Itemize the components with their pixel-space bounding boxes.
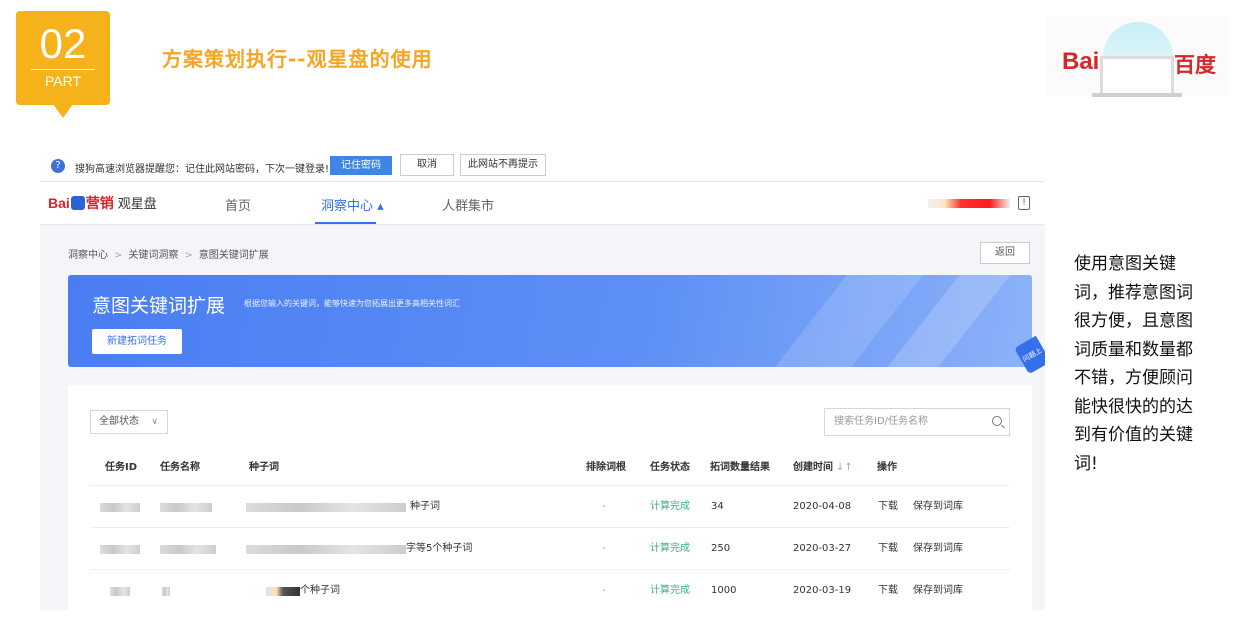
feature-banner: 意图关键词扩展 根据您输入的关键词，能够快速为您拓展出更多高相关性词汇 新建拓词… <box>68 275 1032 367</box>
new-task-button[interactable]: 新建拓词任务 <box>92 329 182 354</box>
redacted-task-id <box>100 503 140 512</box>
notice-icon[interactable]: ! <box>1018 196 1030 210</box>
browser-password-prompt: ? 搜狗高速浏览器提醒您：记住此网站密码，下次一键登录! 记住密码 取消 此网站… <box>40 150 1045 182</box>
result-count: 1000 <box>711 585 737 596</box>
part-arrow-icon <box>53 104 73 118</box>
redacted-task-name <box>160 545 216 554</box>
seed-word-suffix: 字等5个种子词 <box>406 543 473 554</box>
created-date: 2020-04-08 <box>793 501 852 512</box>
chevron-right-icon: > <box>184 250 193 261</box>
laptop-icon <box>1100 56 1174 96</box>
back-button[interactable]: 返回 <box>980 242 1030 264</box>
redacted-seed-word <box>246 545 406 554</box>
logo-bai-text: Bai <box>48 195 70 211</box>
excluded-root: - <box>602 585 606 596</box>
nav-home[interactable]: 首页 <box>225 195 251 214</box>
never-prompt-button[interactable]: 此网站不再提示 <box>460 154 546 176</box>
seed-word-suffix: 种子词 <box>410 501 440 512</box>
top-navbar: Bai 营销 观星盘 首页 洞察中心 ▴ 人群集市 ! <box>40 182 1045 225</box>
prompt-message: 搜狗高速浏览器提醒您：记住此网站密码，下次一键登录! <box>75 164 330 175</box>
chevron-right-icon: > <box>114 250 123 261</box>
table-row: 种子词 - 计算完成 34 2020-04-08 下载 保存到词库 <box>90 485 1010 527</box>
nav-audience-market[interactable]: 人群集市 <box>442 195 494 214</box>
result-count: 250 <box>711 543 731 554</box>
redacted-seed-word <box>266 587 300 596</box>
col-task-id: 任务ID <box>105 462 138 473</box>
breadcrumb-current: 意图关键词扩展 <box>198 250 269 261</box>
paw-icon <box>70 196 85 210</box>
col-created-time-label: 创建时间 <box>793 462 833 473</box>
result-count: 34 <box>711 501 724 512</box>
slide-title: 方案策划执行--观星盘的使用 <box>162 47 433 71</box>
laptop-base <box>1092 93 1182 97</box>
table-header: 任务ID 任务名称 种子词 排除词根 任务状态 拓词数量结果 创建时间 ↓↑ 操作 <box>68 453 1032 483</box>
breadcrumb-keyword[interactable]: 关键词洞察 <box>128 250 178 261</box>
download-link[interactable]: 下载 <box>878 528 898 570</box>
created-date: 2020-03-19 <box>793 585 852 596</box>
task-status: 计算完成 <box>650 585 690 596</box>
search-placeholder: 搜索任务ID/任务名称 <box>834 416 929 427</box>
chevron-down-icon: ∨ <box>151 417 158 427</box>
redacted-task-name <box>160 503 212 512</box>
redacted-task-id <box>110 587 130 596</box>
slide: 02 PART 方案策划执行--观星盘的使用 Bai 百度 ? 搜狗高速浏览器提… <box>0 0 1238 627</box>
nav-insight-center[interactable]: 洞察中心 ▴ <box>321 195 384 214</box>
col-created-time[interactable]: 创建时间 ↓↑ <box>793 453 853 483</box>
breadcrumb-insight[interactable]: 洞察中心 <box>68 250 108 261</box>
cancel-button[interactable]: 取消 <box>400 154 454 176</box>
download-link[interactable]: 下载 <box>878 570 898 610</box>
banner-description: 根据您输入的关键词，能够快速为您拓展出更多高相关性词汇 <box>244 299 460 308</box>
redacted-task-id <box>100 545 140 554</box>
col-seed-word: 种子词 <box>249 462 279 473</box>
part-number: 02 <box>39 20 87 67</box>
app-logo[interactable]: Bai 营销 观星盘 <box>48 193 157 213</box>
logo-brand-text: 营销 <box>85 196 114 212</box>
slide-caption: 使用意图关键词，推荐意图词很方便，且意图词质量和数量都不错，方便顾问能快很快的的… <box>1074 254 1193 474</box>
logo-bai: Bai <box>1062 48 1100 75</box>
save-password-button[interactable]: 记住密码 <box>330 156 392 175</box>
col-result-count: 拓词数量结果 <box>710 462 770 473</box>
task-status: 计算完成 <box>650 501 690 512</box>
col-task-status: 任务状态 <box>650 462 690 473</box>
excluded-root: - <box>602 543 606 554</box>
task-status: 计算完成 <box>650 543 690 554</box>
breadcrumb: 洞察中心 > 关键词洞察 > 意图关键词扩展 <box>68 246 269 261</box>
col-task-name: 任务名称 <box>160 462 200 473</box>
download-link[interactable]: 下载 <box>878 486 898 528</box>
filter-value: 全部状态 <box>99 416 139 427</box>
seed-word-suffix: 个种子词 <box>300 585 340 596</box>
product-name: 观星盘 <box>117 197 157 212</box>
status-filter-select[interactable]: 全部状态 ∨ <box>90 410 168 434</box>
nav-active-indicator <box>315 222 376 224</box>
sort-icon[interactable]: ↓↑ <box>836 462 853 473</box>
logo-cn: 百度 <box>1174 53 1216 77</box>
save-to-library-link[interactable]: 保存到词库 <box>913 486 963 528</box>
baidu-logo: Bai 百度 <box>1046 16 1228 97</box>
excluded-root: - <box>602 501 606 512</box>
banner-title: 意图关键词扩展 <box>92 295 226 317</box>
search-icon[interactable] <box>992 416 1002 426</box>
task-panel: 全部状态 ∨ 搜索任务ID/任务名称 任务ID 任务名称 种子词 排除词根 任务… <box>68 385 1032 610</box>
app-screenshot: ? 搜狗高速浏览器提醒您：记住此网站密码，下次一键登录! 记住密码 取消 此网站… <box>40 150 1045 610</box>
search-input[interactable]: 搜索任务ID/任务名称 <box>824 408 1010 436</box>
table-row: 个种子词 - 计算完成 1000 2020-03-19 下载 保存到词库 <box>90 569 1010 610</box>
col-excluded-root: 排除词根 <box>586 462 626 473</box>
redacted-task-name <box>162 587 170 596</box>
question-icon: ? <box>51 159 65 173</box>
user-account-redacted[interactable] <box>928 199 1010 208</box>
col-actions: 操作 <box>877 462 897 473</box>
table-row: 字等5个种子词 - 计算完成 250 2020-03-27 下载 保存到词库 <box>90 527 1010 569</box>
redacted-seed-word <box>246 503 406 512</box>
part-badge: 02 PART <box>16 11 110 105</box>
save-to-library-link[interactable]: 保存到词库 <box>913 528 963 570</box>
save-to-library-link[interactable]: 保存到词库 <box>913 570 963 610</box>
part-label: PART <box>44 73 82 89</box>
created-date: 2020-03-27 <box>793 543 852 554</box>
